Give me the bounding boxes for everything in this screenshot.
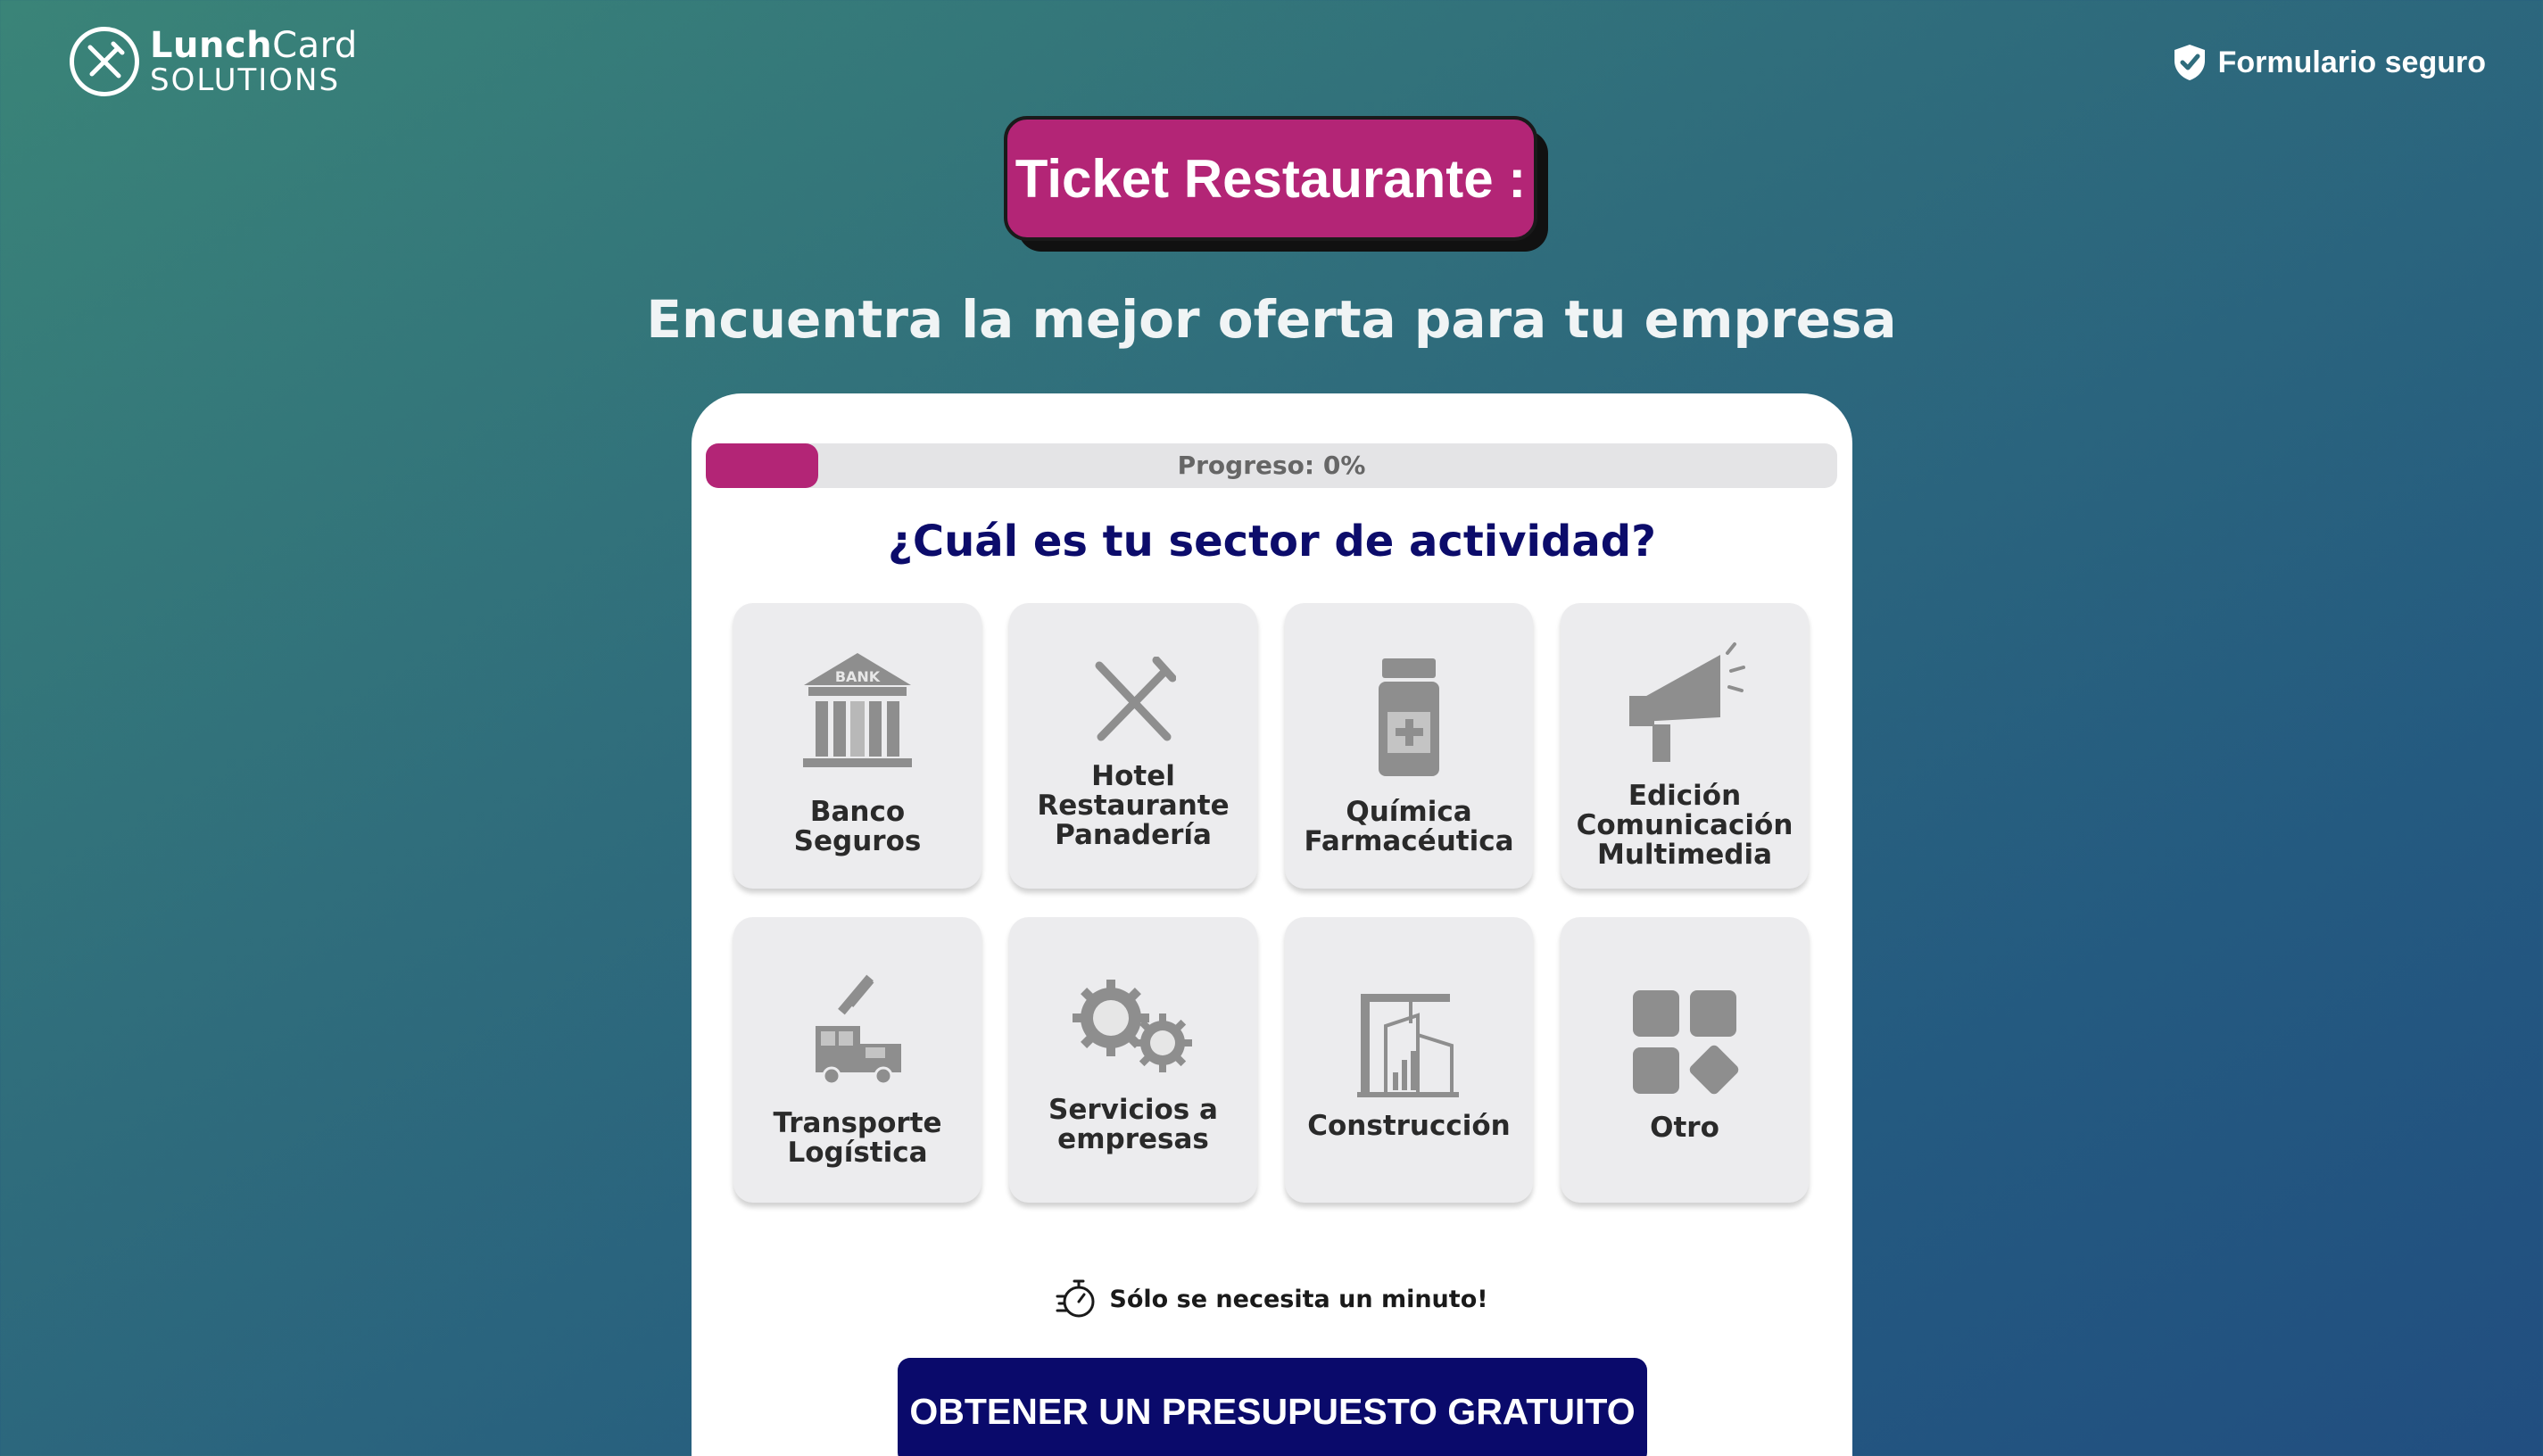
sector-option-edicion-comunicacion-multimedia[interactable]: Edición Comunicación Multimedia (1561, 603, 1809, 889)
bank-icon: BANK (733, 649, 982, 774)
sector-label: Banco Seguros (793, 796, 922, 857)
sector-label: Servicios a empresas (1048, 1094, 1218, 1155)
timer-note-text: Sólo se necesita un minuto! (1109, 1285, 1488, 1313)
sector-label: Química Farmacéutica (1304, 796, 1514, 857)
page-subtitle: Encuentra la mejor oferta para tu empres… (646, 289, 1897, 350)
construction-crane-icon (1285, 990, 1533, 1101)
sector-option-otro[interactable]: Otro (1561, 917, 1809, 1203)
bank-sign-text: BANK (835, 668, 881, 685)
ticket-badge-title: Ticket Restaurante : (1004, 116, 1537, 241)
sector-option-transporte-logistica[interactable]: Transporte Logística (733, 917, 982, 1203)
sector-label: Transporte Logística (773, 1107, 942, 1169)
medicine-bottle-icon (1285, 657, 1533, 782)
brand-logo[interactable]: LunchCard SOLUTIONS (70, 27, 358, 96)
secure-form-indicator: Formulario seguro (2172, 43, 2486, 82)
sector-option-hotel-restaurante-panaderia[interactable]: Hotel Restaurante Panadería (1009, 603, 1257, 889)
secure-label: Formulario seguro (2217, 45, 2486, 79)
sector-option-construccion[interactable]: Construcción (1285, 917, 1533, 1203)
truck-plane-icon (733, 969, 982, 1094)
get-free-quote-button[interactable]: OBTENER UN PRESUPUESTO GRATUITO (898, 1358, 1647, 1456)
form-card: Progreso: 0% ¿Cuál es tu sector de activ… (692, 393, 1852, 1456)
progress-label: Progreso: 0% (1177, 451, 1366, 480)
sector-label: Edición Comunicación Multimedia (1576, 780, 1793, 871)
brand-tagline: SOLUTIONS (150, 62, 341, 98)
sector-option-quimica-farmaceutica[interactable]: Química Farmacéutica (1285, 603, 1533, 889)
progress-bar: Progreso: 0% (706, 443, 1837, 488)
shield-check-icon (2174, 45, 2205, 80)
sector-label: Hotel Restaurante Panadería (1037, 760, 1230, 851)
sector-option-banco-seguros[interactable]: BANK Banco Seguros (733, 603, 982, 889)
sector-label: Otro (1650, 1112, 1719, 1144)
gears-icon (1009, 978, 1257, 1076)
fork-knife-logo-icon (70, 27, 139, 96)
grid-shapes-icon (1561, 987, 1809, 1097)
brand-name-light: Card (272, 25, 358, 66)
ticket-badge: Ticket Restaurante : (1004, 116, 1550, 255)
brand-name-bold: Lunch (150, 25, 273, 66)
megaphone-icon (1561, 637, 1809, 771)
question-title: ¿Cuál es tu sector de actividad? (888, 517, 1656, 567)
fork-knife-icon (1009, 657, 1257, 746)
timer-note: Sólo se necesita un minuto! (692, 1278, 1852, 1320)
stopwatch-icon (1056, 1279, 1095, 1318)
sector-label: Construcción (1307, 1110, 1511, 1142)
sector-option-servicios-empresas[interactable]: Servicios a empresas (1009, 917, 1257, 1203)
